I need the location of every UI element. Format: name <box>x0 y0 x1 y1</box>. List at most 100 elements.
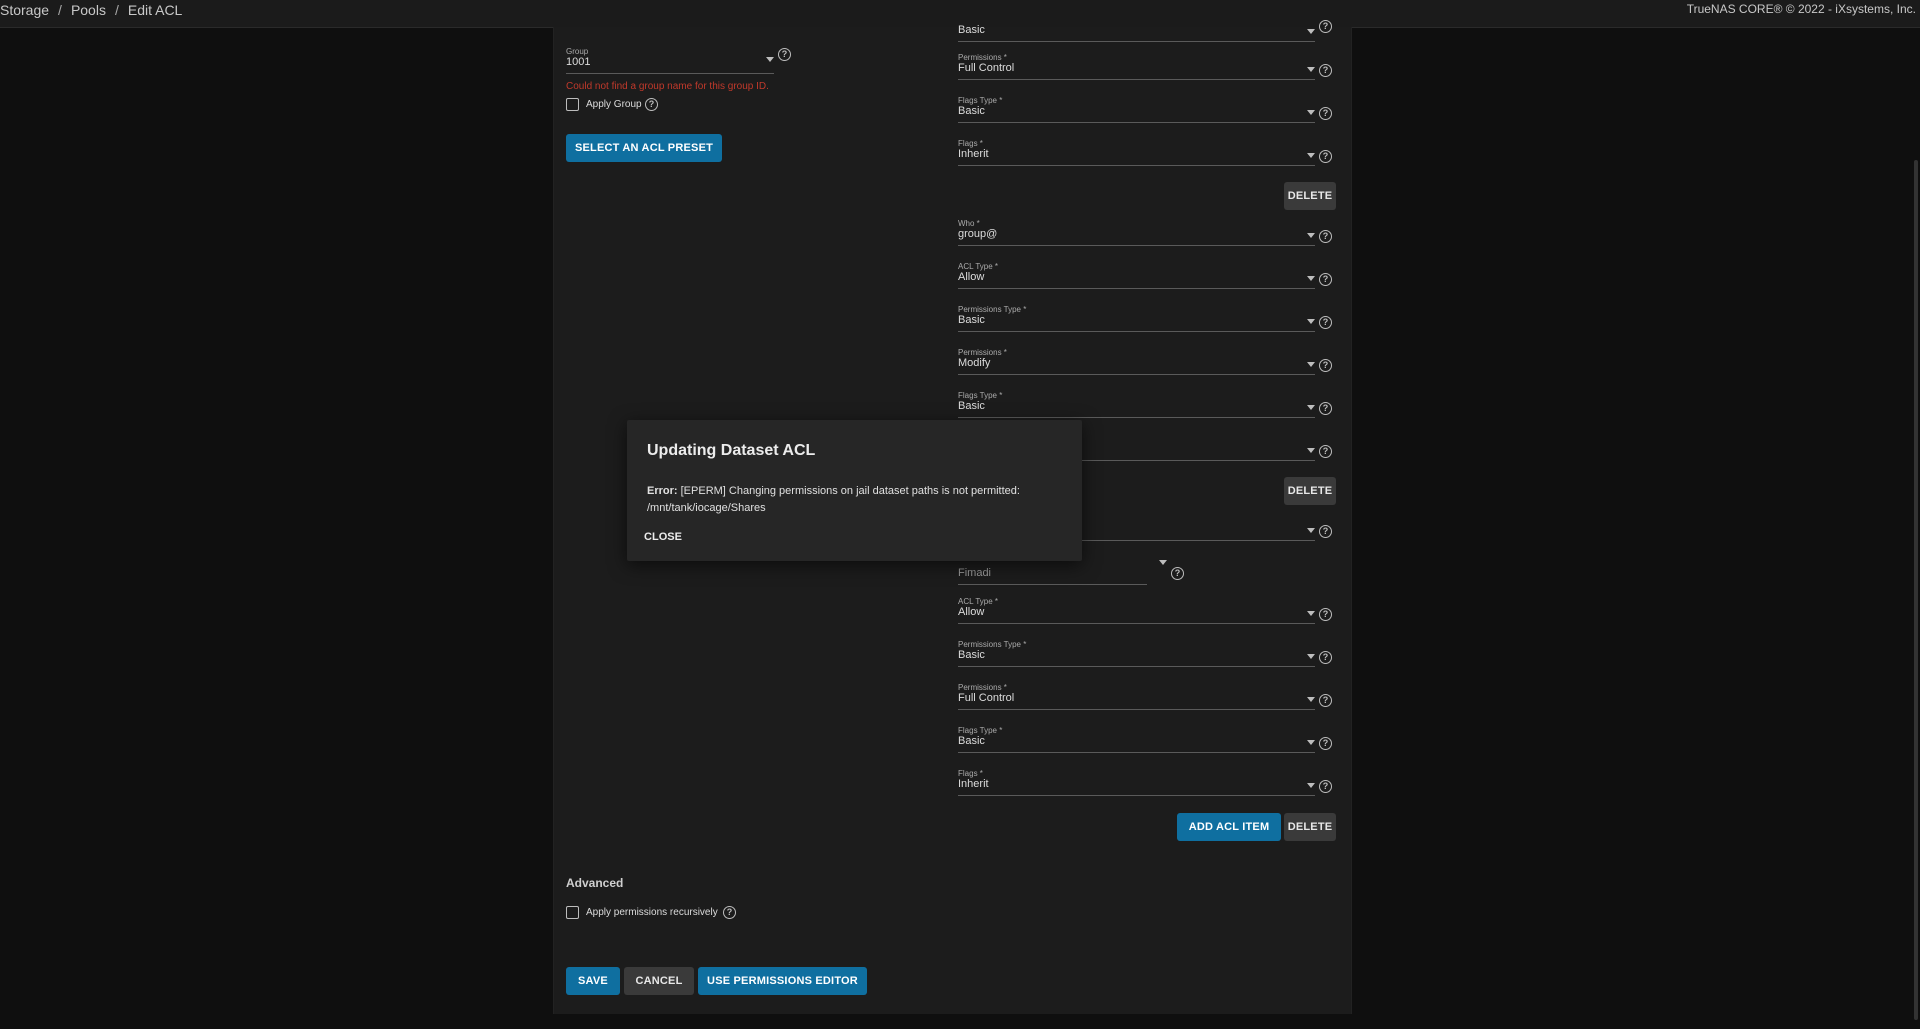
apply-group-label: Apply Group <box>586 99 642 110</box>
chevron-down-icon <box>1307 67 1315 72</box>
chevron-down-icon <box>766 57 774 62</box>
flags-label: Flags * <box>958 139 983 148</box>
help-icon[interactable]: ? <box>1319 445 1332 458</box>
apply-recursively-checkbox[interactable] <box>566 906 579 919</box>
who-value: group@ <box>958 228 998 240</box>
field-underline <box>958 288 1315 289</box>
help-icon[interactable]: ? <box>1319 64 1332 77</box>
acl-type-value: Allow <box>958 271 985 283</box>
cancel-button[interactable]: CANCEL <box>624 967 694 995</box>
help-icon[interactable]: ? <box>1319 651 1332 664</box>
flags-value: Inherit <box>958 148 989 160</box>
field-underline <box>958 417 1315 418</box>
dialog-error-text: [EPERM] Changing permissions on jail dat… <box>647 485 1020 514</box>
permissions-value: Full Control <box>958 62 1015 74</box>
breadcrumb-pools[interactable]: Pools <box>71 2 106 18</box>
chevron-down-icon <box>1307 405 1315 410</box>
help-icon[interactable]: ? <box>1319 780 1332 793</box>
chevron-down-icon <box>1307 697 1315 702</box>
permissions-label: Permissions * <box>958 683 1007 692</box>
chevron-down-icon <box>1307 110 1315 115</box>
help-icon[interactable]: ? <box>1319 608 1332 621</box>
help-icon[interactable]: ? <box>1319 525 1332 538</box>
save-button[interactable]: SAVE <box>566 967 620 995</box>
chevron-down-icon <box>1307 362 1315 367</box>
permissions-type-label: Permissions Type * <box>958 640 1027 649</box>
help-icon[interactable]: ? <box>1319 737 1332 750</box>
breadcrumb-storage[interactable]: Storage <box>0 2 49 18</box>
field-underline <box>958 623 1315 624</box>
field-underline <box>958 122 1315 123</box>
help-icon[interactable]: ? <box>645 98 658 111</box>
help-icon[interactable]: ? <box>1319 107 1332 120</box>
chevron-down-icon <box>1307 153 1315 158</box>
help-icon[interactable]: ? <box>1319 273 1332 286</box>
dialog-title: Updating Dataset ACL <box>647 442 816 459</box>
help-icon[interactable]: ? <box>1319 150 1332 163</box>
field-underline <box>958 709 1315 710</box>
field-underline <box>958 374 1315 375</box>
field-underline <box>958 245 1315 246</box>
select-acl-preset-button[interactable]: SELECT AN ACL PRESET <box>566 134 722 162</box>
permissions-label: Permissions * <box>958 53 1007 62</box>
breadcrumb-separator: / <box>114 2 119 18</box>
delete-acl-item2-button[interactable]: DELETE <box>1284 477 1336 505</box>
field-underline <box>958 795 1315 796</box>
chevron-down-icon <box>1307 654 1315 659</box>
acl-type-label: ACL Type * <box>958 262 999 271</box>
dialog-message: Error: [EPERM] Changing permissions on j… <box>647 483 1067 517</box>
chevron-down-icon <box>1307 611 1315 616</box>
flags-type-value: Basic <box>958 735 985 747</box>
breadcrumb-edit-acl: Edit ACL <box>127 2 183 18</box>
acl-top-partial-value: Basic <box>958 24 985 36</box>
permissions-label: Permissions * <box>958 348 1007 357</box>
flags-label: Flags * <box>958 769 983 778</box>
chevron-down-icon <box>1307 740 1315 745</box>
field-underline <box>958 79 1315 80</box>
group-error-text: Could not find a group name for this gro… <box>566 81 769 92</box>
permissions-type-value: Basic <box>958 649 985 661</box>
flags-type-value: Basic <box>958 105 985 117</box>
field-underline <box>958 584 1147 585</box>
group-value: 1001 <box>566 56 591 68</box>
flags-type-value: Basic <box>958 400 985 412</box>
help-icon[interactable]: ? <box>1319 694 1332 707</box>
help-icon[interactable]: ? <box>778 48 791 61</box>
updating-dataset-acl-dialog: Updating Dataset ACL Error: [EPERM] Chan… <box>627 420 1082 561</box>
help-icon[interactable]: ? <box>1319 230 1332 243</box>
help-icon[interactable]: ? <box>1171 567 1184 580</box>
field-underline <box>958 752 1315 753</box>
chevron-down-icon <box>1159 560 1167 565</box>
close-button[interactable]: CLOSE <box>637 523 689 551</box>
chevron-down-icon <box>1307 448 1315 453</box>
user-value: Fimadi <box>958 567 992 579</box>
chevron-down-icon <box>1307 233 1315 238</box>
add-acl-item-button[interactable]: ADD ACL ITEM <box>1177 813 1281 841</box>
breadcrumb: Storage / Pools / Edit ACL <box>0 0 182 20</box>
chevron-down-icon <box>1307 319 1315 324</box>
delete-acl-item1-button[interactable]: DELETE <box>1284 182 1336 210</box>
copyright-text[interactable]: TrueNAS CORE® © 2022 - iXsystems, Inc. <box>1687 2 1916 16</box>
help-icon[interactable]: ? <box>723 906 736 919</box>
permissions-value: Modify <box>958 357 991 369</box>
chevron-down-icon <box>1307 783 1315 788</box>
group-label: Group <box>566 47 589 56</box>
chevron-down-icon <box>1307 528 1315 533</box>
help-icon[interactable]: ? <box>1319 20 1332 33</box>
permissions-type-label: Permissions Type * <box>958 305 1027 314</box>
use-permissions-editor-button[interactable]: USE PERMISSIONS EDITOR <box>698 967 867 995</box>
flags-type-label: Flags Type * <box>958 96 1003 105</box>
acl-type-value: Allow <box>958 606 985 618</box>
flags-type-label: Flags Type * <box>958 391 1003 400</box>
help-icon[interactable]: ? <box>1319 316 1332 329</box>
field-underline <box>958 165 1315 166</box>
field-underline <box>958 331 1315 332</box>
field-underline <box>958 41 1315 42</box>
permissions-value: Full Control <box>958 692 1015 704</box>
help-icon[interactable]: ? <box>1319 402 1332 415</box>
apply-group-checkbox[interactable] <box>566 98 579 111</box>
help-icon[interactable]: ? <box>1319 359 1332 372</box>
flags-value: Inherit <box>958 778 989 790</box>
delete-acl-item3-button[interactable]: DELETE <box>1284 813 1336 841</box>
page-scrollbar[interactable] <box>1914 160 1918 1020</box>
